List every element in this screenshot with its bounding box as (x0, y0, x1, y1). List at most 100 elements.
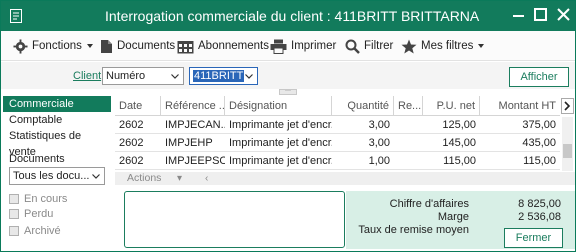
cell-remise (394, 117, 423, 134)
view-statistiques-de-vente[interactable]: Statistiques de vente (3, 128, 111, 158)
cell-pu-net: 125,00 (442, 119, 476, 131)
archive-checkbox[interactable]: Archivé (9, 225, 61, 237)
scroll-right-button[interactable] (561, 98, 574, 114)
column-header-pu-net[interactable]: P.U. net (423, 96, 480, 116)
taux-remise-label: Taux de remise moyen (358, 224, 469, 236)
mes-filtres-label: Mes filtres (421, 40, 474, 52)
cell-montant-ht: 435,00 (522, 137, 556, 149)
chevron-left-icon[interactable]: ‹ (205, 172, 208, 185)
cell-pu-net: 145,00 (442, 137, 476, 149)
column-header-remise[interactable]: Re... (394, 96, 423, 116)
documents-button[interactable]: Documents (100, 38, 175, 54)
chevron-down-icon: ▾ (177, 173, 183, 184)
cell-quantite: 3,00 (368, 137, 390, 149)
app-icon (10, 9, 22, 23)
cell-date: 2602 (119, 155, 144, 167)
perdu-label: Perdu (24, 208, 54, 220)
cell-remise (394, 153, 423, 170)
panel-splitter-handle[interactable]: ··· (279, 88, 297, 95)
actions-menu-button[interactable]: Actions (127, 172, 161, 185)
chevron-right-icon (564, 101, 571, 111)
documents-label: Documents (117, 40, 176, 52)
cell-designation: Imprimante jet d'encr... (229, 119, 332, 131)
marge-label: Marge (437, 211, 469, 223)
client-search-type-value: Numéro (106, 70, 146, 82)
cell-date: 2602 (119, 137, 144, 149)
cell-designation: Imprimante jet d'encr... (229, 137, 332, 149)
cell-quantite: 1,00 (368, 155, 390, 167)
calendar-icon (177, 40, 194, 53)
imprimer-button[interactable]: Imprimer (270, 38, 336, 54)
column-header-quantite[interactable]: Quantité (332, 96, 394, 116)
document-icon (101, 39, 112, 53)
filtrer-label: Filtrer (364, 40, 394, 52)
maximize-icon[interactable] (533, 7, 549, 23)
documents-filter-select[interactable]: Tous les docu... (9, 167, 105, 185)
column-header-montant-ht[interactable]: Montant HT (480, 96, 560, 116)
chiffre-affaires-value: 8 825,00 (518, 198, 561, 210)
search-icon (345, 39, 360, 54)
view-comptable[interactable]: Comptable (3, 112, 111, 128)
chevron-down-icon (245, 74, 253, 79)
table-row[interactable]: 2602 IMPJEEPSON Imprimante jet d'encr...… (115, 153, 560, 170)
checkbox-box (9, 226, 19, 236)
chevron-down-icon (478, 44, 485, 48)
column-header-designation[interactable]: Désignation (225, 96, 332, 116)
close-icon[interactable] (556, 7, 572, 23)
en-cours-label: En cours (24, 193, 68, 205)
grid-header: Date Référence ... Désignation Quantité … (115, 96, 560, 116)
gear-icon (13, 38, 28, 54)
chevron-down-icon (92, 174, 100, 179)
vertical-scrollbar[interactable] (562, 117, 573, 171)
table-row[interactable]: 2602 IMPJEHP Imprimante jet d'encr... 3,… (115, 135, 560, 152)
fonctions-menu-button[interactable]: Fonctions (13, 38, 93, 54)
archive-label: Archivé (24, 225, 61, 237)
window-title: Interrogation commerciale du client : 41… (105, 8, 480, 24)
notes-box[interactable] (124, 191, 345, 248)
perdu-checkbox[interactable]: Perdu (9, 208, 53, 220)
abonnements-label: Abonnements (198, 40, 269, 52)
filtrer-button[interactable]: Filtrer (345, 38, 393, 54)
client-link[interactable]: Client (73, 70, 101, 82)
mes-filtres-menu-button[interactable]: Mes filtres (401, 38, 485, 54)
cell-reference: IMPJECAN... (165, 119, 225, 131)
minimize-icon[interactable] (511, 7, 527, 23)
checkbox-box (9, 194, 19, 204)
star-icon (401, 39, 417, 53)
column-header-date[interactable]: Date (115, 96, 161, 116)
table-row[interactable]: 2602 IMPJECAN... Imprimante jet d'encr..… (115, 117, 560, 134)
cell-date: 2602 (119, 119, 144, 131)
abonnements-button[interactable]: Abonnements (177, 38, 269, 54)
cell-designation: Imprimante jet d'encr... (229, 155, 332, 167)
documents-filter-value: Tous les docu... (13, 170, 90, 182)
client-filter-bar: Client Numéro 411BRITT Afficher (1, 62, 575, 89)
client-code-value: 411BRITT (193, 70, 245, 82)
cell-pu-net: 115,00 (443, 155, 476, 167)
left-panel: Commerciale Comptable Statistiques de ve… (3, 96, 111, 251)
chevron-down-icon (86, 44, 93, 48)
client-code-select[interactable]: 411BRITT (189, 67, 258, 85)
fermer-button[interactable]: Fermer (504, 228, 563, 248)
chiffre-affaires-label: Chiffre d'affaires (389, 198, 469, 210)
view-commerciale[interactable]: Commerciale (3, 96, 111, 112)
imprimer-label: Imprimer (291, 40, 337, 52)
cell-reference: IMPJEEPSON (165, 155, 225, 167)
afficher-button[interactable]: Afficher (509, 67, 569, 87)
fonctions-label: Fonctions (32, 40, 82, 52)
window: Interrogation commerciale du client : 41… (0, 0, 576, 252)
actions-bar: Actions ▾ ‹ (115, 172, 575, 185)
cell-montant-ht: 375,00 (522, 119, 556, 131)
scrollbar-thumb[interactable] (563, 144, 572, 158)
toolbar: Fonctions Documents Abonnements Imprimer… (1, 31, 575, 61)
documents-section-label: Documents (9, 153, 65, 165)
cell-quantite: 3,00 (368, 119, 390, 131)
en-cours-checkbox[interactable]: En cours (9, 193, 67, 205)
cell-remise (394, 135, 423, 152)
cell-montant-ht: 115,00 (523, 155, 556, 167)
title-bar: Interrogation commerciale du client : 41… (1, 1, 575, 31)
column-header-reference[interactable]: Référence ... (161, 96, 225, 116)
printer-icon (270, 39, 287, 54)
marge-value: 2 536,08 (518, 211, 561, 223)
checkbox-box (9, 209, 19, 219)
client-search-type-select[interactable]: Numéro (102, 67, 184, 85)
